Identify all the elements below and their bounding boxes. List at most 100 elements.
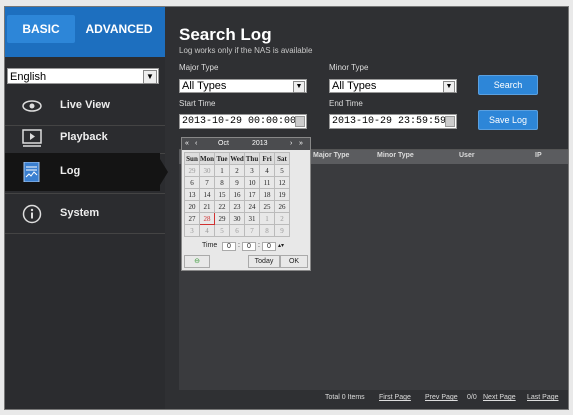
calendar-day[interactable]: 16 [229, 188, 245, 201]
page-indicator: 0/0 [467, 394, 477, 401]
play-icon [22, 129, 42, 147]
time-spinner-icon[interactable]: ▴▾ [278, 242, 284, 249]
calendar-day[interactable]: 8 [259, 224, 275, 237]
calendar-day[interactable]: 7 [244, 224, 260, 237]
start-time-field[interactable]: 2013-10-29 00:00:00 [179, 114, 307, 129]
calendar-day[interactable]: 19 [274, 188, 290, 201]
save-log-button[interactable]: Save Log [478, 110, 538, 130]
year-label[interactable]: 2013 [252, 140, 268, 147]
calendar-day[interactable]: 7 [199, 176, 215, 189]
prev-page-link[interactable]: Prev Page [425, 394, 458, 401]
language-select[interactable]: English ▼ [7, 68, 159, 84]
first-page-link[interactable]: First Page [379, 394, 411, 401]
chevron-down-icon: ▼ [293, 81, 305, 93]
tab-basic[interactable]: BASIC [7, 15, 75, 43]
week-row: 29 30 1 2 3 4 5 [184, 164, 290, 177]
column-header-ip[interactable]: IP [535, 152, 542, 159]
app-window: BASIC ADVANCED English ▼ Live View Playb… [4, 6, 569, 410]
calendar-day[interactable]: 3 [244, 164, 260, 177]
calendar-day[interactable]: 9 [229, 176, 245, 189]
calendar-day[interactable]: 23 [229, 200, 245, 213]
next-month-button[interactable]: › [290, 140, 292, 147]
calendar-day[interactable]: 2 [229, 164, 245, 177]
language-select-value: English [10, 71, 47, 83]
calendar-day[interactable]: 22 [214, 200, 230, 213]
weekday-label: Fri [259, 152, 275, 165]
time-separator: : [258, 242, 260, 249]
ok-button[interactable]: OK [280, 255, 308, 268]
sidebar-item-playback[interactable]: Playback [5, 119, 165, 157]
calendar-day[interactable]: 31 [244, 212, 260, 225]
next-year-button[interactable]: » [299, 140, 303, 147]
pagination-bar: Total 0 Items First Page Prev Page 0/0 N… [177, 391, 568, 405]
total-items: Total 0 Items [325, 394, 365, 401]
time-separator: : [238, 242, 240, 249]
clear-icon[interactable]: ⊖ [184, 255, 210, 268]
major-type-value: All Types [182, 80, 227, 92]
calendar-day[interactable]: 4 [259, 164, 275, 177]
weekday-label: Sat [274, 152, 290, 165]
calendar-day[interactable]: 8 [214, 176, 230, 189]
sidebar-item-label: Playback [60, 131, 108, 143]
today-button[interactable]: Today [248, 255, 280, 268]
start-time-label: Start Time [179, 99, 216, 108]
calendar-day[interactable]: 12 [274, 176, 290, 189]
second-field[interactable]: 0 [262, 242, 276, 251]
calendar-day[interactable]: 1 [214, 164, 230, 177]
major-type-select[interactable]: All Types ▼ [179, 79, 307, 93]
calendar-day[interactable]: 14 [199, 188, 215, 201]
tab-advanced[interactable]: ADVANCED [77, 15, 161, 43]
calendar-day[interactable]: 17 [244, 188, 260, 201]
week-row: 3456789 [184, 224, 290, 237]
sidebar-item-system[interactable]: System [5, 195, 165, 233]
calendar-day[interactable]: 5 [214, 224, 230, 237]
calendar-day[interactable]: 6 [229, 224, 245, 237]
calendar-day[interactable]: 13 [184, 188, 200, 201]
column-header-major-type[interactable]: Major Type [313, 152, 349, 159]
calendar-day[interactable]: 28 [199, 212, 215, 225]
next-page-link[interactable]: Next Page [483, 394, 516, 401]
column-header-minor-type[interactable]: Minor Type [377, 152, 414, 159]
calendar-day[interactable]: 1 [259, 212, 275, 225]
calendar-day[interactable]: 26 [274, 200, 290, 213]
column-header-user[interactable]: User [459, 152, 475, 159]
last-page-link[interactable]: Last Page [527, 394, 559, 401]
week-row: 27 28 29 30 31 1 2 [184, 212, 290, 225]
minor-type-select[interactable]: All Types ▼ [329, 79, 457, 93]
minute-field[interactable]: 0 [242, 242, 256, 251]
week-row: 13 14 15 16 17 18 19 [184, 188, 290, 201]
end-time-field[interactable]: 2013-10-29 23:59:59 [329, 114, 457, 129]
calendar-day[interactable]: 30 [229, 212, 245, 225]
calendar-day[interactable]: 3 [184, 224, 200, 237]
prev-month-button[interactable]: ‹ [195, 140, 197, 147]
month-label[interactable]: Oct [218, 140, 229, 147]
calendar-icon[interactable] [445, 116, 455, 127]
page-subtitle: Log works only if the NAS is available [179, 46, 313, 55]
calendar-day[interactable]: 11 [259, 176, 275, 189]
calendar-day[interactable]: 18 [259, 188, 275, 201]
sidebar-item-label: Log [60, 165, 81, 177]
calendar-day[interactable]: 21 [199, 200, 215, 213]
calendar-day[interactable]: 5 [274, 164, 290, 177]
weekday-label: Mon [199, 152, 215, 165]
sidebar-item-label: System [60, 207, 100, 219]
calendar-day[interactable]: 29 [214, 212, 230, 225]
weekday-row: Sun Mon Tue Wed Thu Fri Sat [184, 152, 290, 165]
prev-year-button[interactable]: « [185, 140, 189, 147]
calendar-day[interactable]: 2 [274, 212, 290, 225]
calendar-day[interactable]: 15 [214, 188, 230, 201]
calendar-day[interactable]: 25 [259, 200, 275, 213]
calendar-day[interactable]: 24 [244, 200, 260, 213]
calendar-day[interactable]: 30 [199, 164, 215, 177]
calendar-day[interactable]: 4 [199, 224, 215, 237]
calendar-day[interactable]: 10 [244, 176, 260, 189]
sidebar-item-log[interactable]: Log [5, 153, 168, 191]
search-button[interactable]: Search [478, 75, 538, 95]
calendar-icon[interactable] [295, 116, 305, 127]
calendar-day[interactable]: 20 [184, 200, 200, 213]
calendar-day[interactable]: 27 [184, 212, 200, 225]
calendar-day[interactable]: 6 [184, 176, 200, 189]
calendar-day[interactable]: 9 [274, 224, 290, 237]
calendar-day[interactable]: 29 [184, 164, 200, 177]
hour-field[interactable]: 0 [222, 242, 236, 251]
